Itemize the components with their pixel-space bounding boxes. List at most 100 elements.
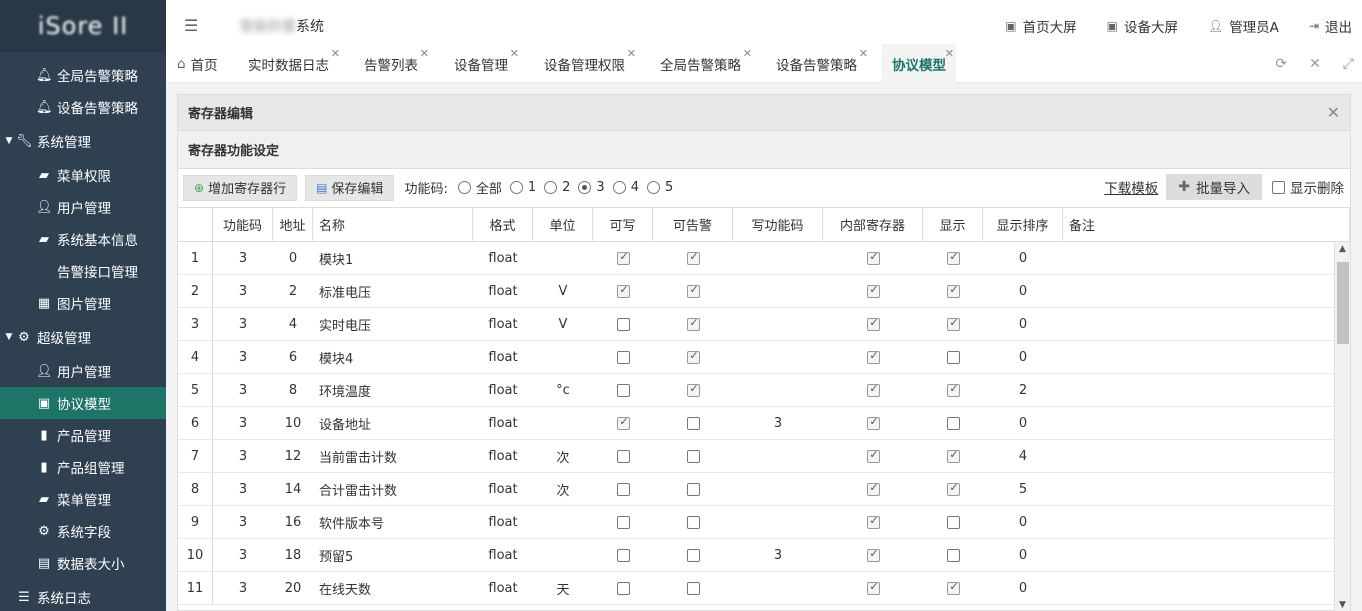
- fmt-cell[interactable]: float: [473, 374, 533, 406]
- wfc-cell[interactable]: [733, 275, 823, 307]
- sidebar-item[interactable]: ▼ 🔧︎ 系统管理: [0, 125, 166, 157]
- table-row[interactable]: 10318预留5float30: [178, 539, 1334, 572]
- add-register-row-button[interactable]: ⊕ 增加寄存器行: [183, 174, 298, 201]
- wfc-cell[interactable]: [733, 242, 823, 274]
- sidebar-item[interactable]: ▣ 协议模型: [0, 387, 166, 419]
- column-header[interactable]: [178, 208, 213, 241]
- fc-cell[interactable]: 3: [213, 572, 273, 604]
- tab-item[interactable]: 设备管理 ✕: [454, 44, 519, 83]
- alarm-checkbox[interactable]: [686, 349, 701, 364]
- alarm-checkbox[interactable]: [686, 416, 700, 430]
- scroll-up-icon[interactable]: ▲: [1335, 244, 1350, 254]
- fc-cell[interactable]: 3: [213, 506, 273, 538]
- panel-close-icon[interactable]: ✕: [1327, 103, 1340, 122]
- show-checkbox[interactable]: [946, 382, 961, 397]
- function-code-radio[interactable]: 5: [646, 178, 673, 197]
- show-checkbox[interactable]: [946, 548, 960, 562]
- fmt-cell[interactable]: float: [473, 275, 533, 307]
- unit-cell[interactable]: V: [533, 308, 593, 340]
- checkbox-cell[interactable]: [823, 473, 923, 505]
- writable-checkbox[interactable]: [616, 350, 630, 364]
- tab-close-icon[interactable]: ✕: [945, 47, 954, 60]
- wfc-cell[interactable]: 3: [733, 539, 823, 571]
- download-template-link[interactable]: 下载模板: [1104, 177, 1158, 197]
- name-cell[interactable]: 标准电压: [313, 275, 473, 307]
- fmt-cell[interactable]: float: [473, 341, 533, 373]
- tab-item[interactable]: 告警列表 ✕: [364, 44, 429, 83]
- writable-checkbox[interactable]: [616, 317, 630, 331]
- note-cell[interactable]: [1063, 506, 1334, 538]
- alarm-checkbox[interactable]: [686, 449, 700, 463]
- checkbox-cell[interactable]: [593, 275, 653, 307]
- radio-button[interactable]: [544, 181, 558, 194]
- checkbox-cell[interactable]: [653, 308, 733, 340]
- function-code-radio[interactable]: 3: [578, 178, 605, 197]
- checkbox-cell[interactable]: [823, 341, 923, 373]
- internal-checkbox[interactable]: [866, 415, 881, 430]
- note-cell[interactable]: [1063, 440, 1334, 472]
- checkbox-cell[interactable]: [923, 572, 983, 604]
- sidebar-item[interactable]: ▤ 数据表大小: [0, 547, 166, 579]
- checkbox-cell[interactable]: [823, 506, 923, 538]
- checkbox-cell[interactable]: [593, 242, 653, 274]
- addr-cell[interactable]: 16: [273, 506, 313, 538]
- checkbox-cell[interactable]: [593, 440, 653, 472]
- alarm-checkbox[interactable]: [686, 250, 701, 265]
- show-deleted-checkbox[interactable]: [1272, 180, 1285, 194]
- unit-cell[interactable]: [533, 242, 593, 274]
- show-checkbox[interactable]: [946, 316, 961, 331]
- fmt-cell[interactable]: float: [473, 473, 533, 505]
- internal-checkbox[interactable]: [866, 514, 881, 529]
- checkbox-cell[interactable]: [653, 440, 733, 472]
- tab-close-icon[interactable]: ✕: [331, 47, 340, 60]
- writable-checkbox[interactable]: [616, 250, 631, 265]
- sidebar-item[interactable]: 🔔︎ 全局告警策略: [0, 59, 166, 91]
- app-logo[interactable]: iSore II: [0, 0, 166, 52]
- tab-close-icon[interactable]: ✕: [627, 47, 636, 60]
- show-checkbox[interactable]: [946, 283, 961, 298]
- table-row[interactable]: 436模块4float 0: [178, 341, 1334, 374]
- addr-cell[interactable]: 4: [273, 308, 313, 340]
- name-cell[interactable]: 软件版本号: [313, 506, 473, 538]
- checkbox-cell[interactable]: [593, 407, 653, 439]
- alarm-checkbox[interactable]: [686, 482, 700, 496]
- internal-checkbox[interactable]: [866, 283, 881, 298]
- checkbox-cell[interactable]: [923, 440, 983, 472]
- sidebar-item[interactable]: ▦ 图片管理: [0, 287, 166, 319]
- sidebar-item[interactable]: ▮ 产品组管理: [0, 451, 166, 483]
- order-cell[interactable]: 0: [983, 539, 1063, 571]
- table-row[interactable]: 232标准电压floatV0: [178, 275, 1334, 308]
- table-row[interactable]: 130模块1float0: [178, 242, 1334, 275]
- addr-cell[interactable]: 6: [273, 341, 313, 373]
- tab-close-icon[interactable]: ✕: [420, 47, 429, 60]
- sidebar-item[interactable]: ⚙ 系统字段: [0, 515, 166, 547]
- addr-cell[interactable]: 18: [273, 539, 313, 571]
- unit-cell[interactable]: [533, 539, 593, 571]
- function-code-radio[interactable]: 全部: [457, 178, 502, 197]
- wfc-cell[interactable]: [733, 308, 823, 340]
- sidebar-item[interactable]: 👤︎ 用户管理: [0, 355, 166, 387]
- order-cell[interactable]: 0: [983, 506, 1063, 538]
- internal-checkbox[interactable]: [866, 547, 881, 562]
- checkbox-cell[interactable]: [823, 407, 923, 439]
- unit-cell[interactable]: [533, 506, 593, 538]
- checkbox-cell[interactable]: [923, 242, 983, 274]
- tab-close-icon[interactable]: ✕: [859, 47, 868, 60]
- writable-checkbox[interactable]: [616, 415, 631, 430]
- note-cell[interactable]: [1063, 374, 1334, 406]
- name-cell[interactable]: 模块4: [313, 341, 473, 373]
- checkbox-cell[interactable]: [823, 275, 923, 307]
- table-row[interactable]: 334实时电压floatV0: [178, 308, 1334, 341]
- note-cell[interactable]: [1063, 308, 1334, 340]
- alarm-checkbox[interactable]: [686, 581, 700, 595]
- checkbox-cell[interactable]: [653, 539, 733, 571]
- checkbox-cell[interactable]: [923, 308, 983, 340]
- column-header[interactable]: 名称: [313, 208, 473, 241]
- name-cell[interactable]: 实时电压: [313, 308, 473, 340]
- name-cell[interactable]: 环境温度: [313, 374, 473, 406]
- column-header[interactable]: 写功能码: [733, 208, 823, 241]
- column-header[interactable]: 可告警: [653, 208, 733, 241]
- alarm-checkbox[interactable]: [686, 283, 701, 298]
- checkbox-cell[interactable]: [923, 506, 983, 538]
- note-cell[interactable]: [1063, 572, 1334, 604]
